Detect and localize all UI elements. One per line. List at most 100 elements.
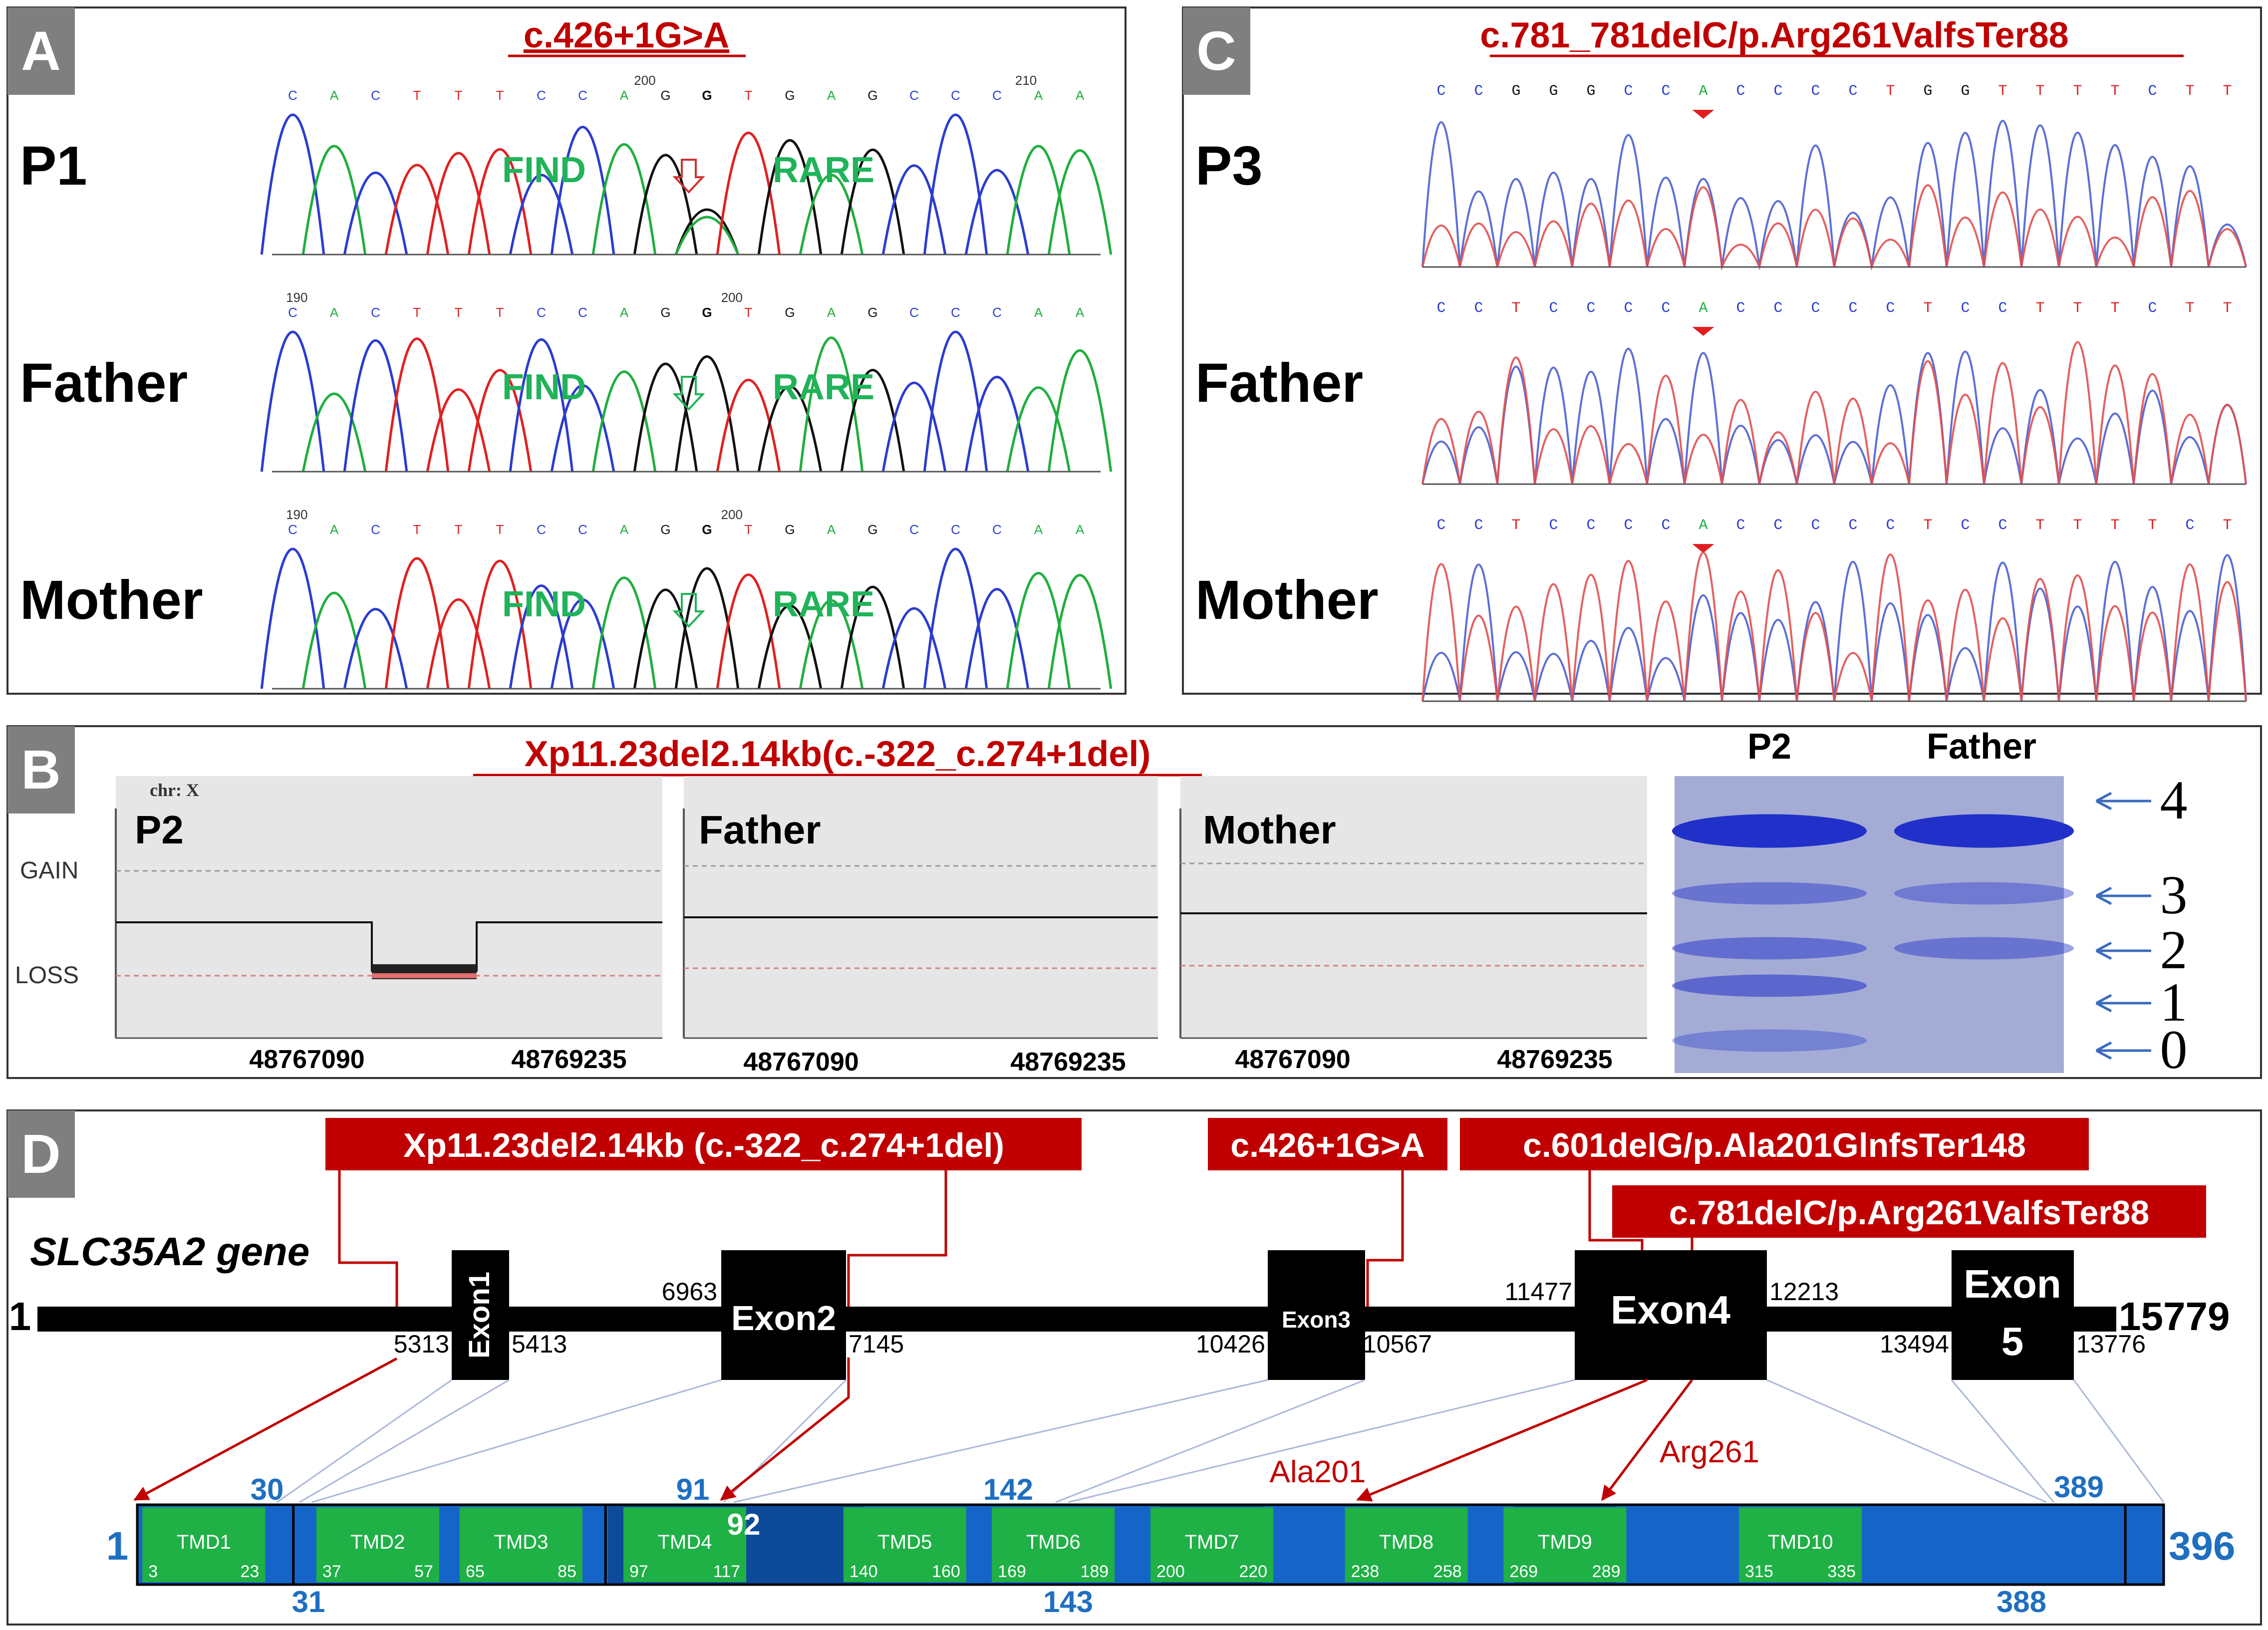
- cnv-plot-mother: Mother 48767090 48769235: [1179, 776, 1647, 1074]
- boundary-142: 142: [983, 1473, 1033, 1506]
- base-call-letter: C: [1474, 300, 1483, 317]
- mutation-label-4: c.781delC/p.Arg261ValfsTer88: [1669, 1194, 2150, 1232]
- base-call-letter: C: [537, 88, 546, 103]
- base-call-letter: C: [371, 522, 380, 537]
- panel-a-letter: A: [21, 20, 60, 82]
- base-call-letter: A: [1699, 300, 1707, 317]
- tmd-end: 23: [240, 1562, 259, 1581]
- position-number: 200: [634, 73, 655, 88]
- base-call-letter: C: [537, 522, 546, 537]
- base-call-letter: T: [2223, 83, 2232, 100]
- exon-2-label: Exon2: [731, 1299, 836, 1338]
- find-label: FIND: [502, 584, 586, 624]
- rare-label: RARE: [773, 150, 874, 190]
- tmd-end: 85: [558, 1562, 576, 1581]
- gene-backbone: [37, 1307, 2116, 1332]
- position-number: 190: [286, 507, 307, 522]
- mutation-label-2: c.426+1G>A: [1230, 1126, 1424, 1164]
- base-call-letter: C: [1624, 300, 1633, 317]
- base-call-letter: T: [2185, 300, 2194, 317]
- base-call-letter: T: [2110, 300, 2119, 317]
- base-call-letter: A: [1699, 83, 1707, 100]
- gel-band-father: [1894, 814, 2074, 848]
- base-call-letter: C: [537, 305, 546, 320]
- base-call-letter: C: [1736, 300, 1745, 317]
- cnv-plot-p2-area: [116, 776, 662, 1038]
- tmd-domain-label: TMD7: [1185, 1531, 1239, 1553]
- base-call-letter: A: [620, 305, 629, 320]
- base-call-letter: C: [1886, 300, 1895, 317]
- cnv-loss-label: LOSS: [15, 962, 79, 989]
- base-call-letter: T: [455, 88, 463, 103]
- gel-lane-father-label: Father: [1927, 727, 2036, 767]
- boundary-143: 143: [1043, 1585, 1093, 1619]
- base-call-letter: C: [1436, 83, 1445, 100]
- base-call-letter: C: [1811, 300, 1820, 317]
- base-call-letter: G: [1511, 83, 1520, 100]
- base-call-letter: T: [2035, 300, 2044, 317]
- base-call-letter: T: [2073, 300, 2082, 317]
- base-call-letter: C: [1549, 300, 1558, 317]
- gel-band-father: [1894, 882, 2074, 905]
- base-call-letter: T: [1511, 517, 1520, 534]
- base-call-letter: C: [1736, 517, 1745, 534]
- base-call-letter: G: [1549, 83, 1558, 100]
- boundary-30: 30: [251, 1473, 284, 1506]
- base-call-letter: C: [1661, 300, 1670, 317]
- base-call-letter: G: [785, 88, 795, 103]
- cnv-plot-father-x1: 48767090: [743, 1048, 858, 1077]
- base-call-letter: A: [1076, 88, 1085, 103]
- base-call-letter: G: [785, 522, 795, 537]
- base-call-letter: A: [330, 305, 339, 320]
- exon-5-label-2: 5: [2001, 1319, 2024, 1363]
- panel-b: B Xp11.23del2.14kb(c.-322_c.274+1del) ch…: [6, 725, 2262, 1080]
- base-call-letter: C: [1886, 517, 1895, 534]
- tmd-start: 97: [629, 1562, 648, 1581]
- gene-label: SLC35A2 gene: [30, 1229, 309, 1274]
- cnv-plot-father: Father 48767090 48769235: [683, 776, 1158, 1077]
- base-call-letter: A: [1034, 522, 1043, 537]
- base-call-letter: G: [660, 305, 670, 320]
- base-call-letter: C: [2148, 83, 2157, 100]
- tmd-start: 37: [322, 1562, 341, 1581]
- tmd-end: 57: [414, 1562, 433, 1581]
- cnv-plot-p2-x2: 48769235: [511, 1045, 626, 1074]
- protein-start: 1: [106, 1524, 129, 1568]
- base-call-letter: A: [827, 522, 836, 537]
- tmd-end: 335: [1827, 1562, 1856, 1581]
- base-call-letter: C: [578, 88, 587, 103]
- tmd-end: 220: [1239, 1562, 1267, 1581]
- find-label: FIND: [502, 150, 586, 190]
- cnv-plot-father-label: Father: [699, 808, 821, 852]
- base-call-letter: C: [992, 522, 1002, 537]
- base-call-letter: T: [2185, 83, 2194, 100]
- tmd-end: 258: [1433, 1562, 1462, 1581]
- tmd-start: 169: [998, 1562, 1026, 1581]
- mutation-label-3: c.601delG/p.Ala201GlnfsTer148: [1523, 1126, 2026, 1164]
- tmd-domain-label: TMD8: [1379, 1531, 1433, 1553]
- base-call-letter: T: [1923, 300, 1932, 317]
- tmd-end: 289: [1592, 1562, 1621, 1581]
- base-call-letter: T: [1886, 83, 1895, 100]
- panel-c-row-p3-label: P3: [1195, 135, 1263, 197]
- base-call-letter: T: [1511, 300, 1520, 317]
- base-call-letter: C: [1773, 300, 1782, 317]
- base-call-letter: G: [660, 522, 670, 537]
- panel-a-title: c.426+1G>A: [524, 15, 729, 55]
- panel-a-row-mother-label: Mother: [20, 569, 203, 631]
- base-call-letter: C: [992, 88, 1002, 103]
- base-call-letter: A: [330, 522, 339, 537]
- panel-d-letter: D: [21, 1123, 60, 1185]
- cnv-plot-p2-label: P2: [135, 808, 184, 852]
- panel-b-letter: B: [21, 739, 60, 801]
- base-call-letter: C: [371, 305, 380, 320]
- find-label: FIND: [502, 367, 586, 407]
- exon-2-right: 7145: [849, 1330, 904, 1358]
- exon-3-left: 10426: [1196, 1330, 1265, 1358]
- base-call-letter: T: [745, 88, 753, 103]
- tmd-domain-label: TMD3: [494, 1531, 548, 1553]
- base-call-letter: A: [620, 522, 629, 537]
- tmd-end: 189: [1080, 1562, 1109, 1581]
- position-number: 210: [1015, 73, 1037, 88]
- base-call-letter: C: [578, 305, 587, 320]
